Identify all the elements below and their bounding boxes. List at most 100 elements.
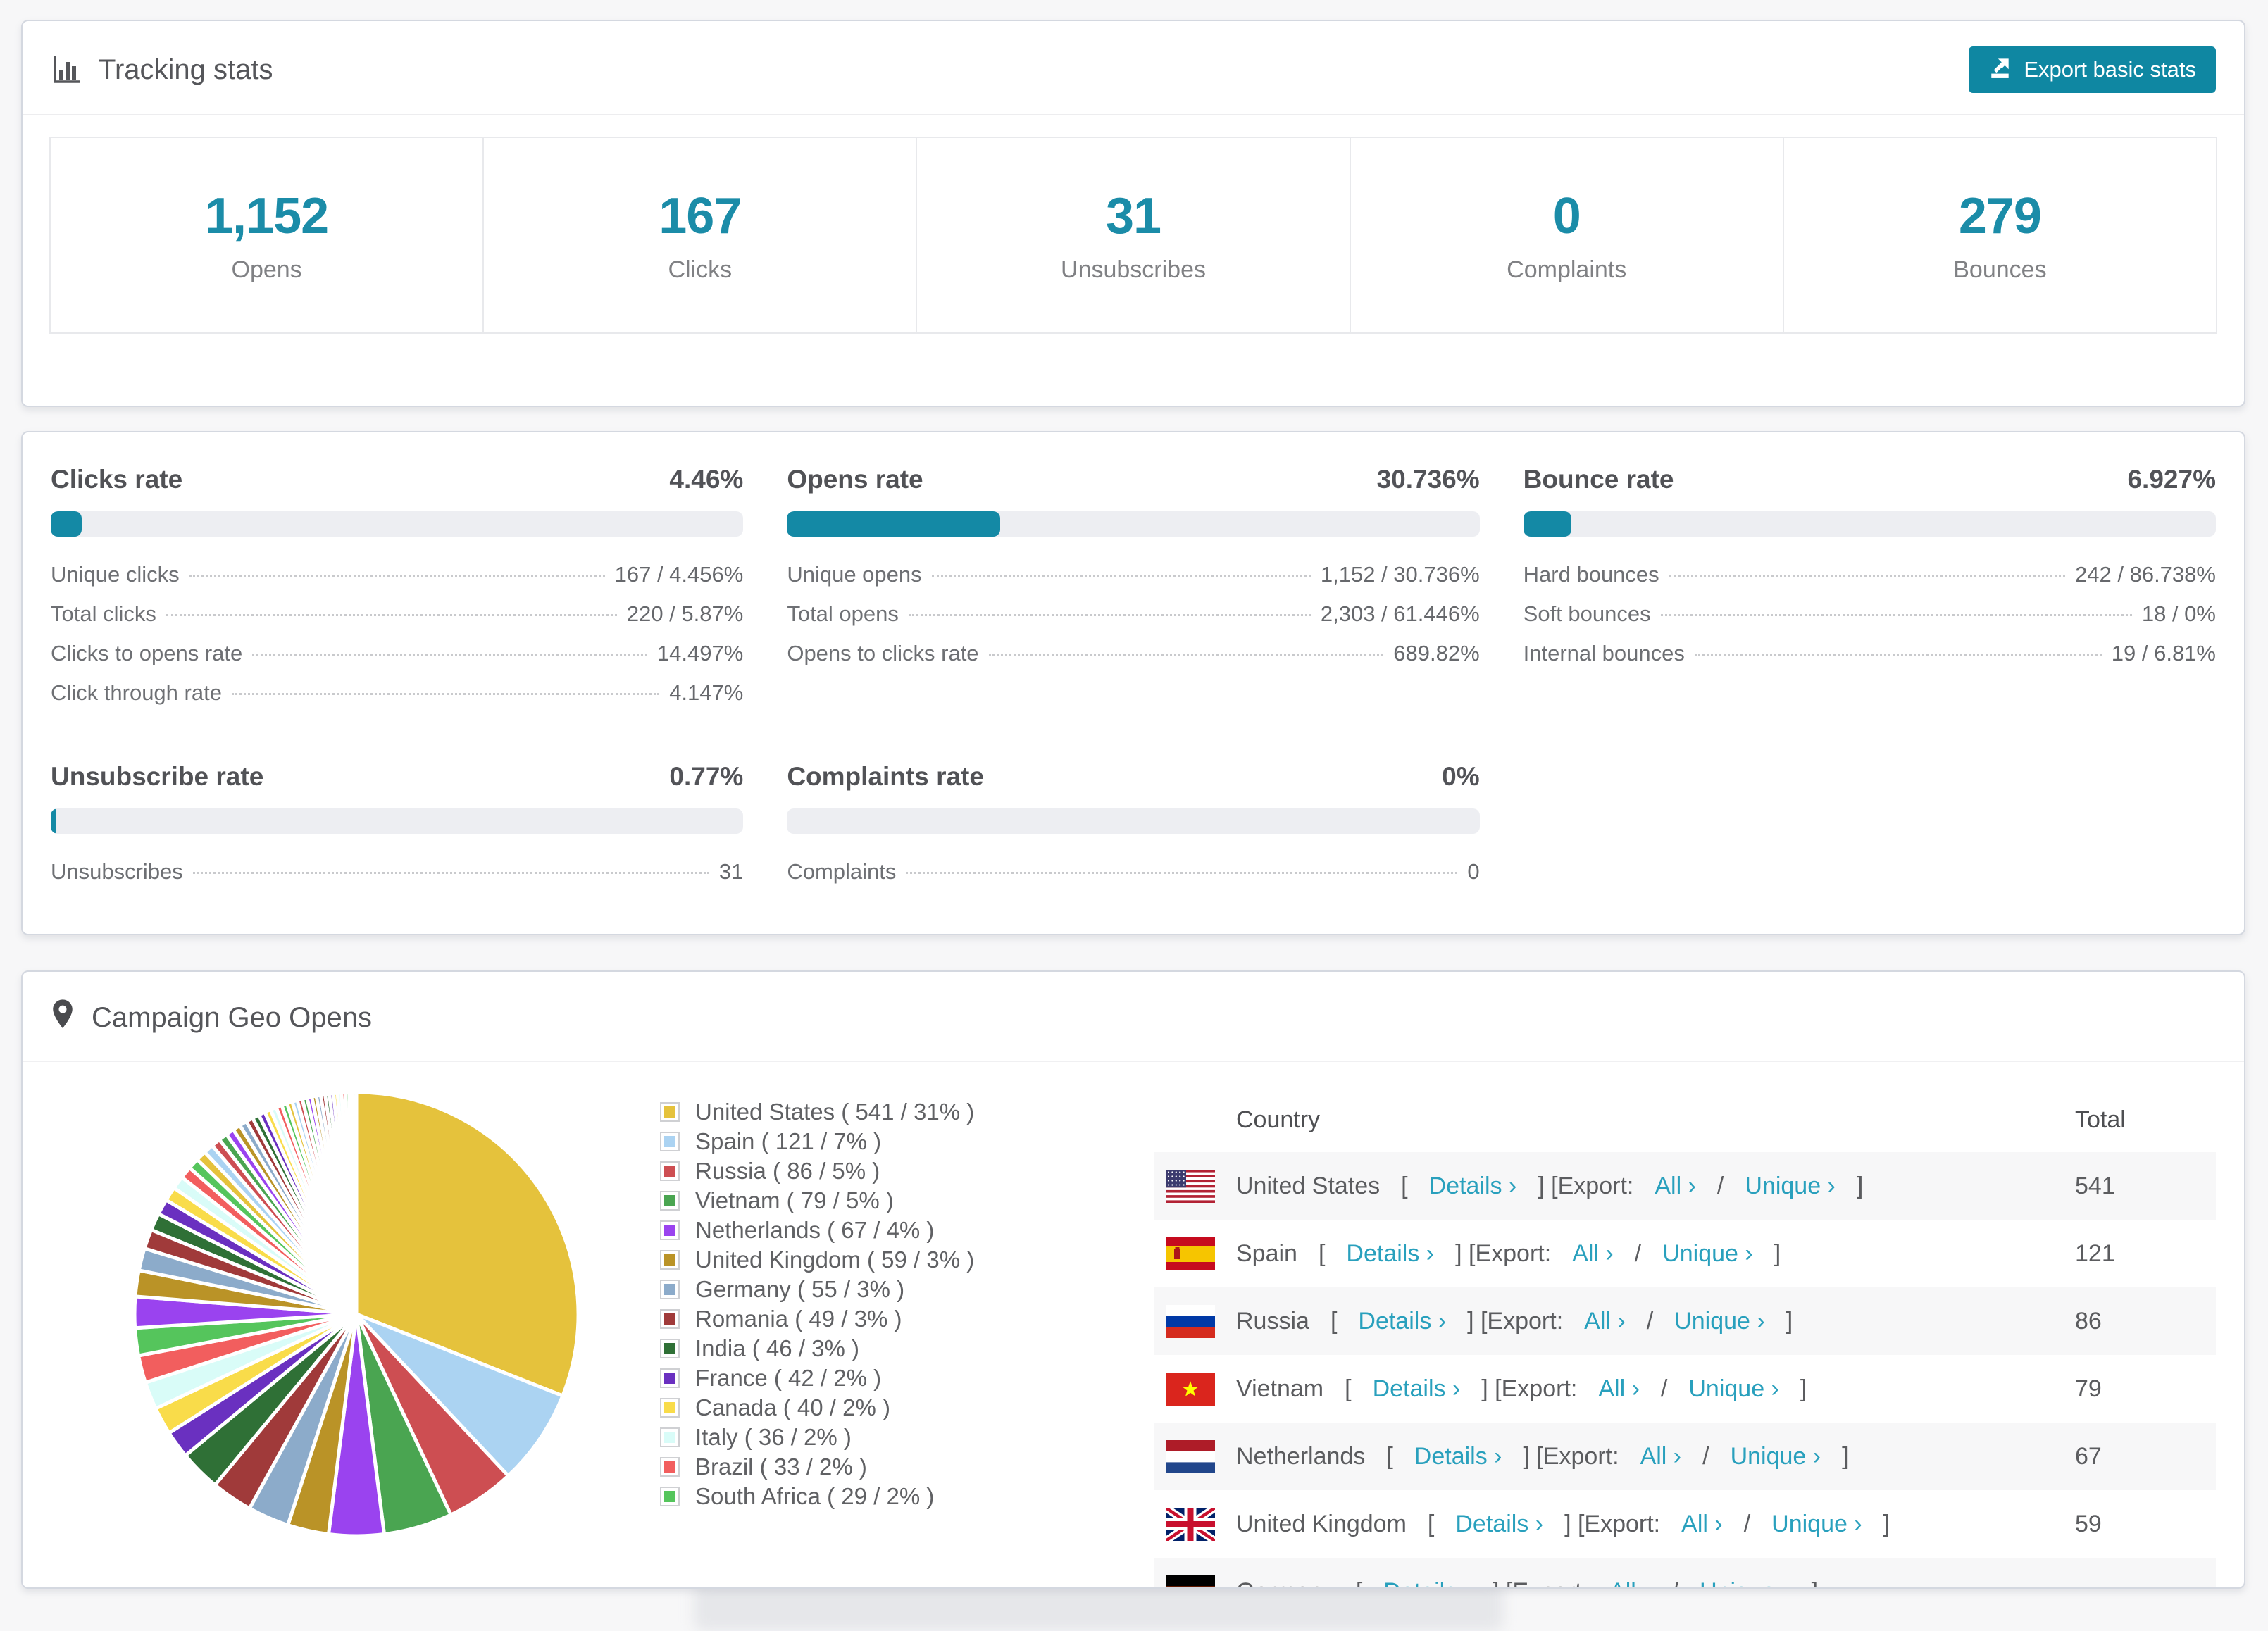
- legend-swatch: [660, 1427, 680, 1447]
- details-link[interactable]: Details ›: [1429, 1173, 1517, 1200]
- legend-swatch: [660, 1339, 680, 1358]
- legend-item: Netherlands ( 67 / 4% ): [660, 1216, 1056, 1245]
- export-unique-link[interactable]: Unique ›: [1662, 1240, 1753, 1268]
- table-row: Germany [Details ›] [Export: All › / Uni…: [1154, 1558, 2216, 1588]
- rate-title: Complaints rate: [787, 762, 984, 791]
- campaign-geo-opens-card: Campaign Geo Opens United States ( 541 /…: [21, 970, 2245, 1589]
- details-link[interactable]: Details ›: [1373, 1375, 1461, 1403]
- dotted-leader: [189, 575, 605, 577]
- country-cell: United Kingdom [Details ›] [Export: All …: [1154, 1507, 2075, 1541]
- legend-label: Vietnam ( 79 / 5% ): [695, 1187, 894, 1213]
- dotted-leader: [1694, 654, 2102, 656]
- stat-cell: 0 Complaints: [1349, 138, 1783, 332]
- export-all-link[interactable]: All ›: [1598, 1375, 1640, 1403]
- bracket: ]: [1800, 1375, 1807, 1402]
- rate-row: Hard bounces 242 / 86.738%: [1524, 562, 2216, 601]
- geo-content: United States ( 541 / 31% ) Spain ( 121 /…: [23, 1062, 2244, 1588]
- legend-label: Brazil ( 33 / 2% ): [695, 1454, 867, 1480]
- country-name: Spain: [1236, 1239, 1297, 1267]
- dotted-leader: [908, 614, 1311, 616]
- geo-table-body: United States [Details ›] [Export: All ›…: [1154, 1152, 2216, 1588]
- export-basic-stats-button[interactable]: Export basic stats: [1969, 46, 2216, 93]
- rate-row-value: 14.497%: [656, 641, 744, 665]
- details-link[interactable]: Details ›: [1414, 1443, 1502, 1470]
- export-all-link[interactable]: All ›: [1681, 1511, 1723, 1538]
- rate-row: Internal bounces 19 / 6.81%: [1524, 641, 2216, 680]
- flag-nl-icon: [1166, 1439, 1215, 1473]
- country-cell: Germany [Details ›] [Export: All › / Uni…: [1154, 1575, 2075, 1588]
- rate-value: 0.77%: [669, 762, 744, 791]
- total-value: 121: [2075, 1239, 2115, 1267]
- country-cell: Vietnam [Details ›] [Export: All › / Uni…: [1154, 1372, 2075, 1406]
- bracket: ]: [1856, 1172, 1864, 1199]
- country-name: Germany: [1236, 1578, 1335, 1588]
- rate-row-value: 4.147%: [669, 680, 744, 705]
- rate-title: Opens rate: [787, 465, 923, 494]
- rate-row-label: Complaints: [787, 859, 897, 884]
- export-unique-link[interactable]: Unique ›: [1700, 1578, 1790, 1588]
- dotted-leader: [231, 693, 660, 695]
- rate-row-value: 18 / 0%: [2141, 601, 2216, 626]
- export-all-link[interactable]: All ›: [1584, 1308, 1626, 1335]
- legend-swatch: [660, 1132, 680, 1151]
- rate-block: Clicks rate 4.46% Unique clicks 167 / 4.456…: [51, 465, 744, 720]
- export-all-link[interactable]: All ›: [1609, 1578, 1651, 1588]
- bracket: ]: [1883, 1510, 1890, 1537]
- legend-label: India ( 46 / 3% ): [695, 1335, 859, 1361]
- table-row: United Kingdom [Details ›] [Export: All …: [1154, 1490, 2216, 1558]
- export-unique-link[interactable]: Unique ›: [1731, 1443, 1821, 1470]
- stat-value: 0: [1552, 187, 1581, 244]
- legend-swatch: [660, 1309, 680, 1329]
- details-link[interactable]: Details ›: [1455, 1511, 1543, 1538]
- export-unique-link[interactable]: Unique ›: [1674, 1308, 1765, 1335]
- details-link[interactable]: Details ›: [1346, 1240, 1434, 1268]
- legend-label: Spain ( 121 / 7% ): [695, 1128, 882, 1154]
- rate-row: Unique clicks 167 / 4.456%: [51, 562, 743, 601]
- bracket: [: [1427, 1510, 1435, 1537]
- rate-row: Click through rate 4.147%: [51, 680, 743, 720]
- link-separator: /: [1716, 1172, 1724, 1199]
- export-all-link[interactable]: All ›: [1655, 1173, 1696, 1200]
- rate-value: 30.736%: [1376, 465, 1480, 494]
- page-title: Tracking stats: [99, 54, 273, 85]
- rate-row: Unsubscribes 31: [51, 859, 743, 899]
- progress-bar-fill: [1523, 511, 1571, 537]
- rate-value: 0%: [1442, 762, 1480, 791]
- legend-item: Romania ( 49 / 3% ): [660, 1304, 1056, 1334]
- table-row: Spain [Details ›] [Export: All › / Uniqu…: [1154, 1220, 2216, 1287]
- dotted-leader: [252, 654, 647, 656]
- export-unique-link[interactable]: Unique ›: [1745, 1173, 1836, 1200]
- rate-row-label: Unique clicks: [51, 562, 180, 587]
- details-link[interactable]: Details ›: [1358, 1308, 1446, 1335]
- stat-cell: 167 Clicks: [482, 138, 916, 332]
- country-name: Vietnam: [1236, 1375, 1324, 1402]
- stat-label: Bounces: [1953, 256, 2047, 283]
- rate-block: Unsubscribe rate 0.77% Unsubscribes 31: [51, 762, 744, 899]
- bracket: [: [1330, 1307, 1338, 1335]
- export-label: ] [Export:: [1493, 1578, 1588, 1588]
- export-all-link[interactable]: All ›: [1572, 1240, 1614, 1268]
- rate-row-label: Soft bounces: [1523, 601, 1651, 626]
- rate-row-label: Click through rate: [51, 680, 222, 705]
- link-separator: /: [1660, 1375, 1668, 1402]
- rate-block: Opens rate 30.736% Unique opens 1,152 / 30.…: [787, 465, 1480, 720]
- rate-row-label: Hard bounces: [1523, 562, 1659, 587]
- stat-label: Opens: [231, 256, 302, 283]
- rate-block-header: Bounce rate 6.927%: [1524, 465, 2216, 494]
- dotted-leader: [1660, 614, 2132, 616]
- rate-rows: Unique clicks 167 / 4.456% Total clicks 220…: [51, 562, 743, 720]
- country-cell: United States [Details ›] [Export: All ›…: [1154, 1169, 2075, 1203]
- legend-item: Spain ( 121 / 7% ): [660, 1127, 1056, 1156]
- rate-row-label: Total clicks: [51, 601, 156, 626]
- rate-row-value: 689.82%: [1393, 641, 1480, 665]
- legend-label: Russia ( 86 / 5% ): [695, 1158, 880, 1184]
- tracking-stats-header: Tracking stats Export basic stats: [23, 21, 2244, 115]
- details-link[interactable]: Details ›: [1383, 1578, 1471, 1588]
- legend-swatch: [660, 1398, 680, 1418]
- export-unique-link[interactable]: Unique ›: [1688, 1375, 1779, 1403]
- link-separator: /: [1672, 1578, 1678, 1588]
- stat-value: 279: [1958, 187, 2042, 244]
- legend-swatch: [660, 1161, 680, 1181]
- export-unique-link[interactable]: Unique ›: [1771, 1511, 1862, 1538]
- export-all-link[interactable]: All ›: [1640, 1443, 1682, 1470]
